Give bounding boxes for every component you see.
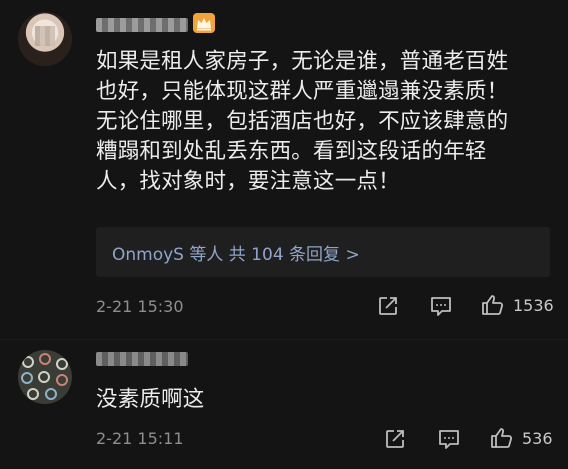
share-button[interactable]: [384, 428, 406, 450]
reply-button[interactable]: [429, 295, 453, 317]
comment-icon: [439, 430, 459, 449]
avatar[interactable]: [18, 12, 72, 66]
view-replies-button[interactable]: OnmoyS 等人 共 104 条回复 >: [96, 227, 550, 277]
username-redacted[interactable]: [96, 18, 188, 32]
avatar-pattern-dot: [21, 372, 33, 384]
avatar-pattern-dot: [27, 388, 39, 400]
avatar-pattern-dot: [38, 371, 50, 383]
avatar[interactable]: [18, 350, 72, 404]
avatar-pattern-dot: [22, 356, 34, 368]
comment-text-line: 无论住哪里，包括酒店也好，不应该肆意的: [96, 109, 509, 134]
comment-text: 如果是租人家房子，无论是谁，普通老百姓 也好，只能体现这群人严重邋遢兼没素质！ …: [96, 47, 558, 197]
comment-text-line: 如果是租人家房子，无论是谁，普通老百姓: [96, 49, 509, 74]
like-count: 536: [522, 428, 553, 448]
share-icon: [379, 297, 397, 315]
share-icon: [386, 430, 404, 448]
thumbs-up-icon: [482, 295, 504, 315]
comment-timestamp: 2-21 15:11: [96, 429, 184, 448]
comment-text-line: 糟蹋和到处乱丢东西。看到这段话的年轻: [96, 139, 487, 164]
username-redacted[interactable]: [96, 352, 188, 366]
share-button[interactable]: [377, 295, 399, 317]
thumbs-up-icon: [491, 428, 513, 448]
comment-item: 没素质啊这 2-21 15:11 536: [0, 340, 568, 469]
comment-icon: [431, 297, 451, 316]
avatar-pattern-dot: [56, 374, 68, 386]
avatar-pattern-dot: [39, 353, 51, 365]
replies-users: OnmoyS 等人: [112, 244, 224, 265]
comment-text-line: 也好，只能体现这群人严重邋遢兼没素质！: [96, 79, 509, 104]
avatar-pattern-dot: [45, 388, 57, 400]
comment-item: 如果是租人家房子，无论是谁，普通老百姓 也好，只能体现这群人严重邋遢兼没素质！ …: [0, 0, 568, 340]
reply-button[interactable]: [437, 428, 461, 450]
like-button[interactable]: 1536: [481, 293, 554, 317]
crown-badge-icon: [193, 13, 215, 33]
replies-count-link: 共 104 条回复 >: [228, 244, 360, 265]
comment-text-line: 人，找对象时，要注意这一点！: [96, 169, 400, 194]
like-count: 1536: [513, 295, 554, 315]
comment-timestamp: 2-21 15:30: [96, 297, 184, 316]
comment-text: 没素质啊这: [96, 387, 205, 412]
like-button[interactable]: 536: [490, 426, 553, 450]
avatar-pattern-dot: [56, 358, 68, 370]
avatar-censor-mosaic: [35, 26, 55, 46]
